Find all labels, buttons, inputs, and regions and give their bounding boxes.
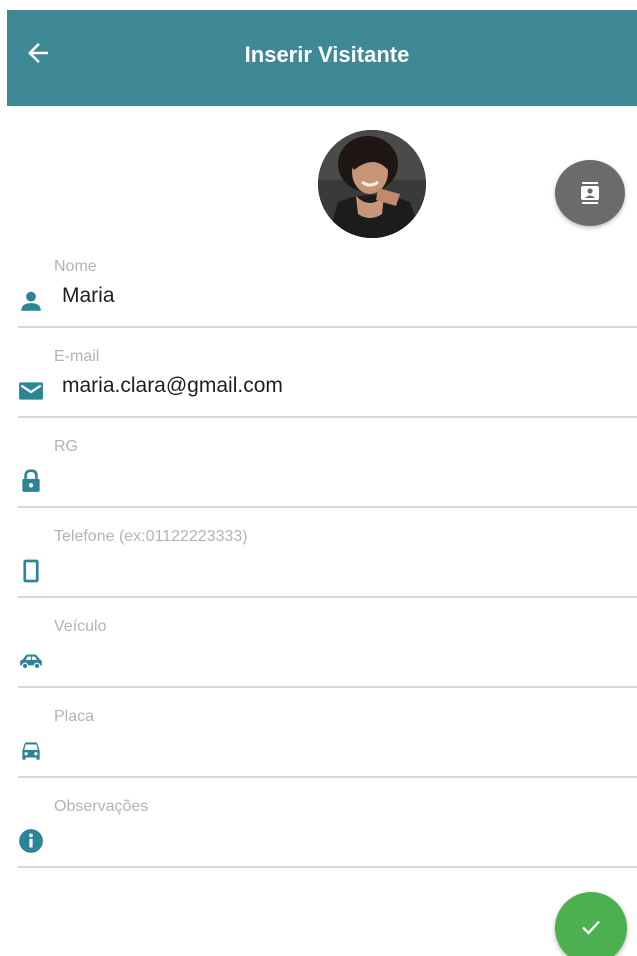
rg-field[interactable]: RG [18,438,637,508]
info-icon [19,829,43,853]
name-value[interactable]: Maria [62,284,115,308]
check-icon [582,920,600,935]
visitor-form-screen: Inserir Visitante Nome Maria E-mail mari… [0,0,637,956]
car-front-icon [22,742,40,760]
email-value[interactable]: maria.clara@gmail.com [62,374,283,398]
email-underline [18,416,637,418]
confirm-button[interactable] [555,892,627,956]
person-icon [21,291,41,311]
name-underline [18,326,637,328]
email-label: E-mail [54,348,100,365]
name-label: Nome [54,258,97,275]
contacts-icon [581,182,599,204]
name-field[interactable]: Nome Maria [18,258,637,328]
visitor-photo [318,130,426,238]
notes-underline [18,866,637,868]
email-field[interactable]: E-mail maria.clara@gmail.com [18,348,637,418]
rg-label: RG [54,438,78,455]
plate-label: Placa [54,708,95,725]
app-bar: Inserir Visitante [7,10,637,106]
notes-field[interactable]: Observações [18,798,637,868]
email-icon [19,382,43,400]
plate-field[interactable]: Placa [18,708,637,778]
car-side-icon [20,654,42,670]
lock-icon [22,469,40,492]
phone-icon [23,559,39,583]
avatar[interactable] [318,130,426,238]
vehicle-label: Veículo [54,618,107,635]
plate-underline [18,776,637,778]
vehicle-underline [18,686,637,688]
rg-underline [18,506,637,508]
contacts-button[interactable] [555,160,625,226]
phone-field[interactable]: Telefone (ex:01122223333) [18,528,637,598]
phone-label: Telefone (ex:01122223333) [54,528,248,545]
vehicle-field[interactable]: Veículo [18,618,637,688]
notes-label: Observações [54,798,149,815]
phone-underline [18,596,637,598]
page-title: Inserir Visitante [244,42,410,67]
